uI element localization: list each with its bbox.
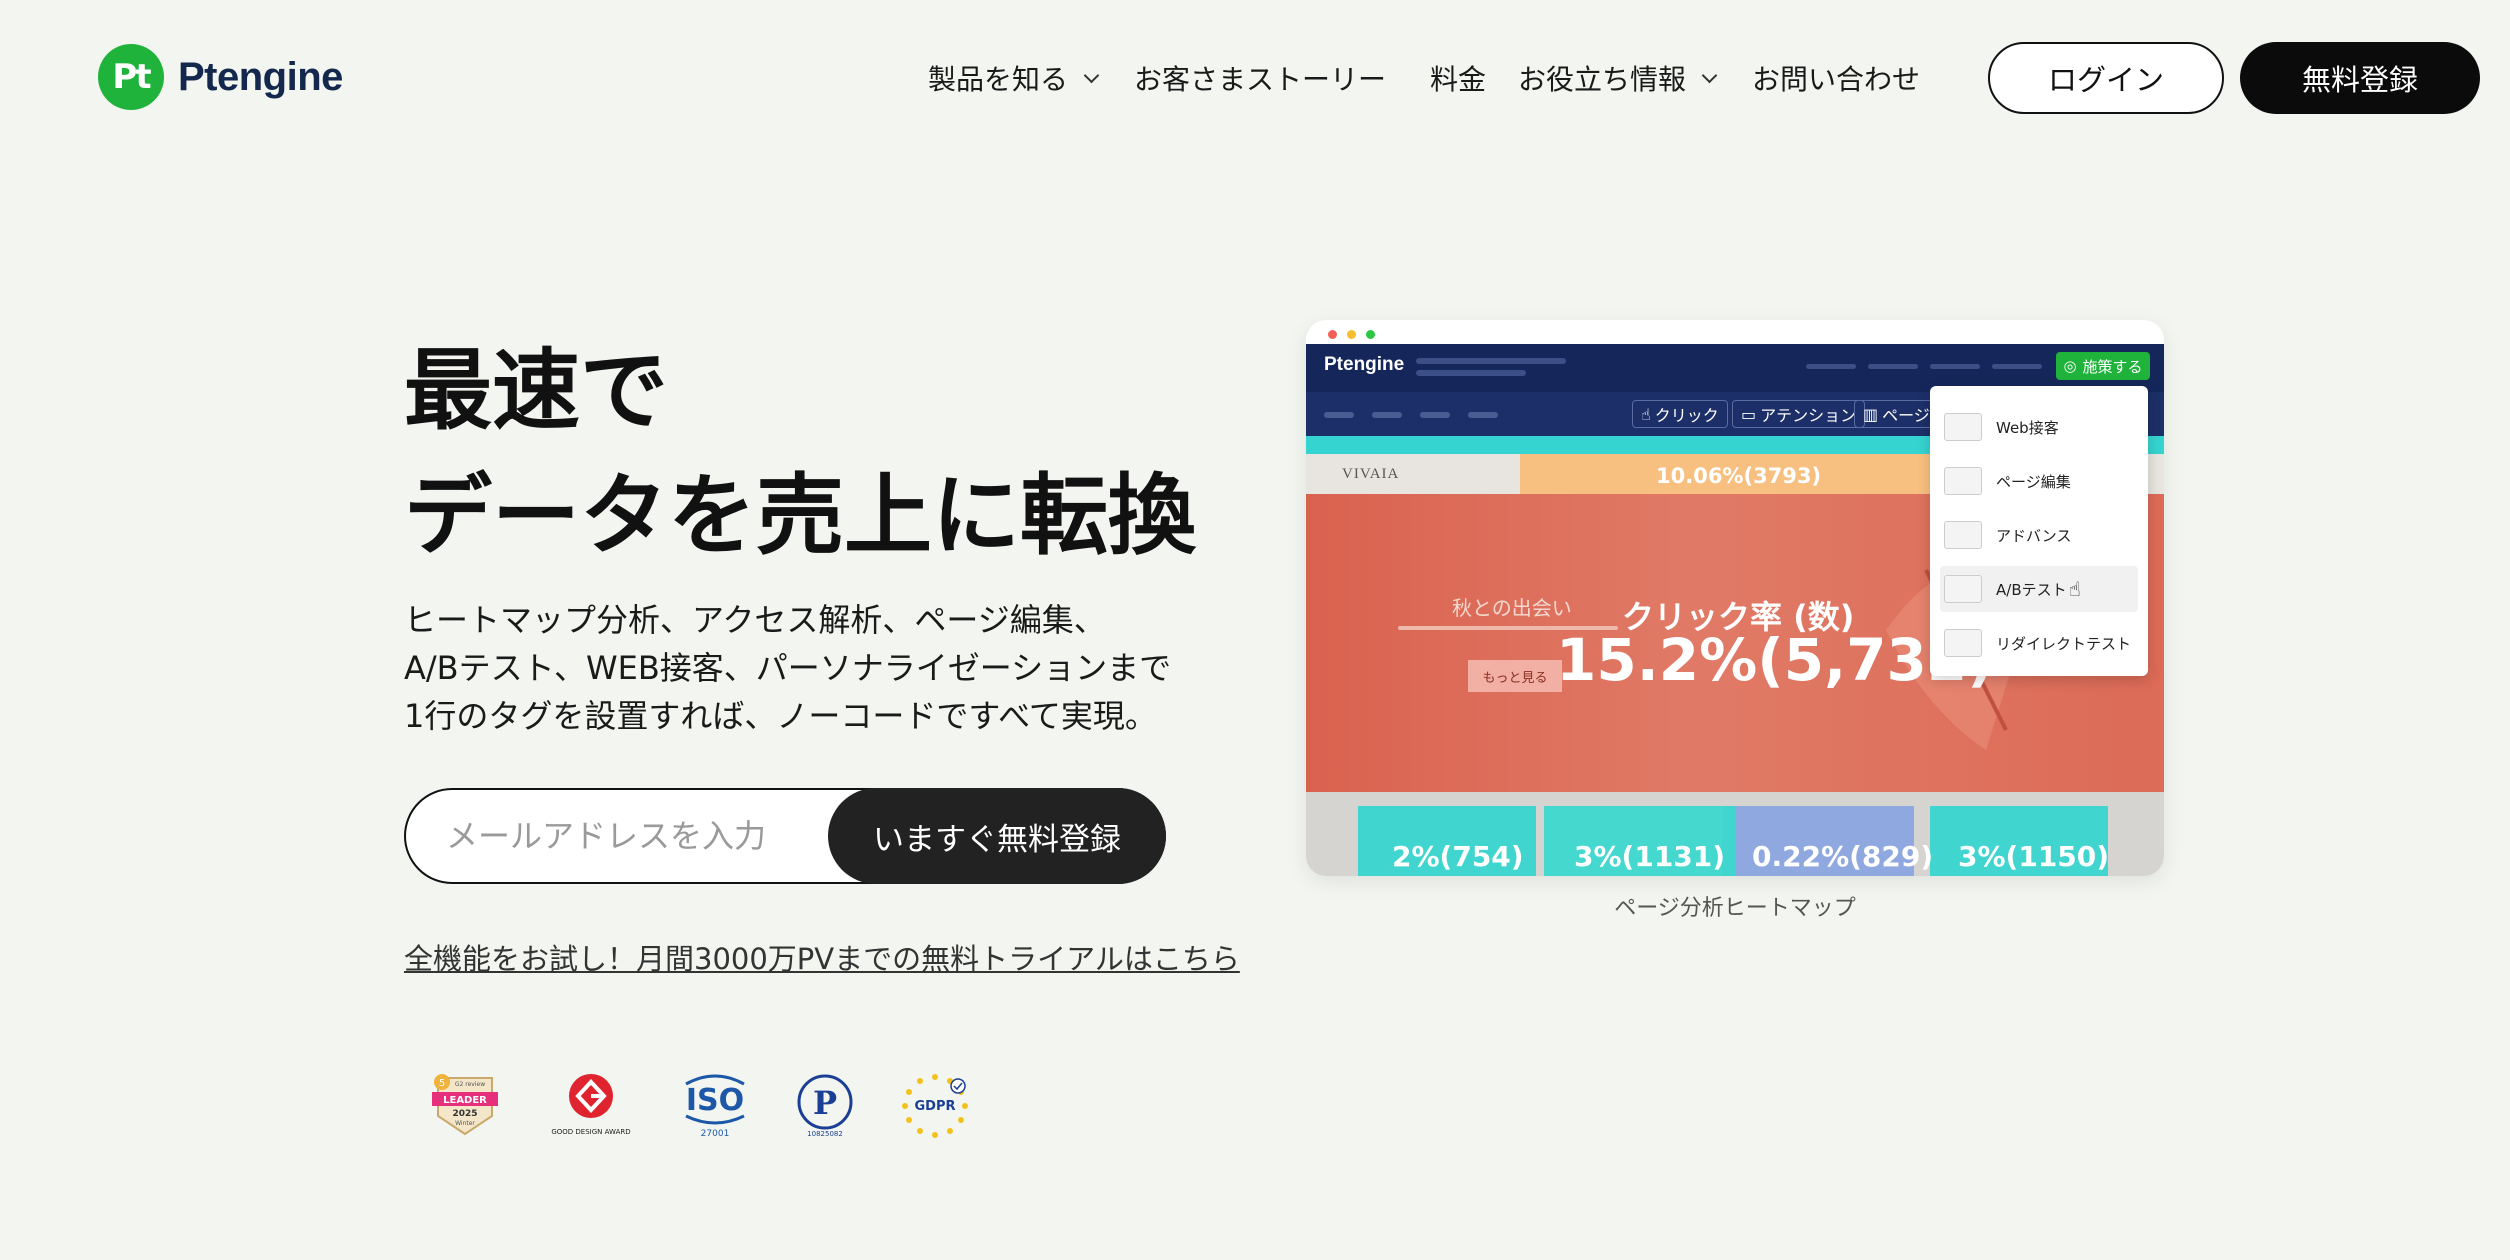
- certification-badges: 5 G2 review LEADER 2025 Winter GOOD DESI…: [428, 1072, 1012, 1138]
- nav-item-label: 料金: [1430, 63, 1487, 96]
- gdpr-badge: GDPR: [900, 1072, 970, 1138]
- svg-text:G2 review: G2 review: [455, 1081, 485, 1088]
- nav-item-contact[interactable]: お問い合わせ: [1752, 56, 1920, 100]
- tab-attention[interactable]: ▭ アテンション: [1732, 400, 1866, 428]
- site-logo: VIVAIA: [1342, 466, 1400, 482]
- screenshot-caption: ページ分析ヒートマップ: [1614, 896, 1856, 921]
- site-hero-copy: 秋との出会い: [1452, 596, 1572, 620]
- minimize-dot-icon: [1347, 330, 1356, 339]
- nav-item-label: お客さまストーリー: [1134, 63, 1387, 96]
- nav-item-resources[interactable]: お役立ち情報: [1518, 56, 1718, 100]
- nav-item-pricing[interactable]: 料金: [1430, 56, 1486, 100]
- svg-text:P: P: [813, 1084, 837, 1122]
- edit-icon: [1944, 467, 1982, 495]
- privacy-mark-icon: P 10825082: [797, 1074, 853, 1138]
- hero-description-line: ヒートマップ分析、アクセス解析、ページ編集、: [404, 601, 1106, 639]
- menu-item-redirect-test[interactable]: リダイレクトテスト: [1940, 620, 2138, 666]
- nav-metric: 10.06%(3793): [1656, 464, 1822, 488]
- hero-description: ヒートマップ分析、アクセス解析、ページ編集、 A/Bテスト、WEB接客、パーソナ…: [404, 596, 1171, 740]
- svg-text:10825082: 10825082: [807, 1130, 843, 1138]
- action-menu: Web接客 ページ編集 アドバンス A/Bテスト ☝ リダイレクトテスト: [1930, 386, 2148, 676]
- nav-item-label: お問い合わせ: [1752, 63, 1921, 96]
- gdpr-icon: GDPR: [902, 1074, 968, 1138]
- layout-icon: [1944, 413, 1982, 441]
- tab-page[interactable]: ▥ ページ: [1854, 400, 1934, 428]
- menu-item-ab-test[interactable]: A/Bテスト ☝: [1940, 566, 2138, 612]
- menu-item-web-engagement[interactable]: Web接客: [1940, 404, 2138, 450]
- card-metric: 2%(754): [1392, 840, 1524, 873]
- action-button[interactable]: ◎ 施策する: [2056, 352, 2150, 380]
- good-design-award-icon: GOOD DESIGN AWARD: [551, 1074, 631, 1136]
- chevron-down-icon: [1083, 67, 1100, 83]
- svg-text:ISO: ISO: [686, 1083, 744, 1118]
- menu-item-page-edit[interactable]: ページ編集: [1940, 458, 2138, 504]
- more-button[interactable]: もっと見る: [1468, 660, 1562, 692]
- svg-text:2025: 2025: [452, 1109, 477, 1119]
- good-design-award-badge: GOOD DESIGN AWARD: [544, 1072, 638, 1138]
- click-rate-value: 15.2%(5,732): [1556, 626, 1994, 694]
- menu-item-advance[interactable]: アドバンス: [1940, 512, 2138, 558]
- g2-leader-badge: 5 G2 review LEADER 2025 Winter: [428, 1072, 502, 1138]
- hero-description-line: 1行のタグを設置すれば、ノーコードですべて実現。: [404, 697, 1157, 735]
- ab-test-icon: [1944, 575, 1982, 603]
- login-button[interactable]: ログイン: [1988, 42, 2224, 114]
- email-input[interactable]: [446, 790, 816, 882]
- card-metric: 0.22%(829): [1752, 840, 1934, 873]
- svg-text:Winter: Winter: [455, 1120, 475, 1127]
- nav-item-label: お役立ち情報: [1518, 63, 1687, 96]
- iso-icon: ISO 27001: [685, 1074, 745, 1138]
- privacy-mark-badge: P 10825082: [792, 1072, 858, 1138]
- svg-text:GOOD DESIGN AWARD: GOOD DESIGN AWARD: [551, 1128, 630, 1136]
- maximize-dot-icon: [1366, 330, 1375, 339]
- hero-title-line: 最速で: [404, 339, 669, 442]
- svg-text:GDPR: GDPR: [915, 1099, 956, 1114]
- nav-item-label: 製品を知る: [928, 63, 1069, 96]
- target-icon: ◎: [2063, 357, 2077, 375]
- nav-item-customer-stories[interactable]: お客さまストーリー: [1134, 56, 1386, 100]
- hero-title: 最速で データを売上に転換: [404, 328, 1196, 578]
- redirect-icon: [1944, 629, 1982, 657]
- card-metric: 3%(1150): [1958, 840, 2110, 873]
- hero-description-line: A/Bテスト、WEB接客、パーソナライゼーションまで: [404, 649, 1172, 687]
- app-logo: Ptengine: [1324, 354, 1405, 375]
- monitor-icon: ▭: [1741, 404, 1757, 424]
- signup-button[interactable]: 無料登録: [2240, 42, 2480, 114]
- nav-item-products[interactable]: 製品を知る: [928, 56, 1100, 100]
- window-controls: [1328, 330, 1385, 339]
- email-signup-button[interactable]: いますぐ無料登録: [828, 788, 1166, 884]
- card-metric: 3%(1131): [1574, 840, 1726, 873]
- free-trial-link[interactable]: 全機能をお試し！月間3000万PVまでの無料トライアルはこちら: [404, 936, 1240, 978]
- svg-text:5: 5: [439, 1078, 445, 1089]
- hand-cursor-icon: ☝: [2068, 577, 2081, 601]
- g2-leader-icon: 5 G2 review LEADER 2025 Winter: [432, 1074, 498, 1136]
- advance-icon: [1944, 521, 1982, 549]
- tab-click[interactable]: ☝ クリック: [1632, 400, 1728, 428]
- close-dot-icon: [1328, 330, 1337, 339]
- svg-text:LEADER: LEADER: [443, 1095, 487, 1106]
- svg-text:27001: 27001: [701, 1129, 730, 1138]
- pointer-icon: ☝: [1641, 404, 1651, 424]
- bar-chart-icon: ▥: [1863, 404, 1879, 424]
- email-signup-form: いますぐ無料登録: [404, 788, 1166, 884]
- hero-title-line: データを売上に転換: [404, 464, 1197, 567]
- iso-27001-badge: ISO 27001: [680, 1072, 750, 1138]
- chevron-down-icon: [1701, 67, 1718, 83]
- product-screenshot: Ptengine ◎ 施策する ☝ クリック ▭ アテンション ▥ ページ VI…: [1306, 320, 2164, 876]
